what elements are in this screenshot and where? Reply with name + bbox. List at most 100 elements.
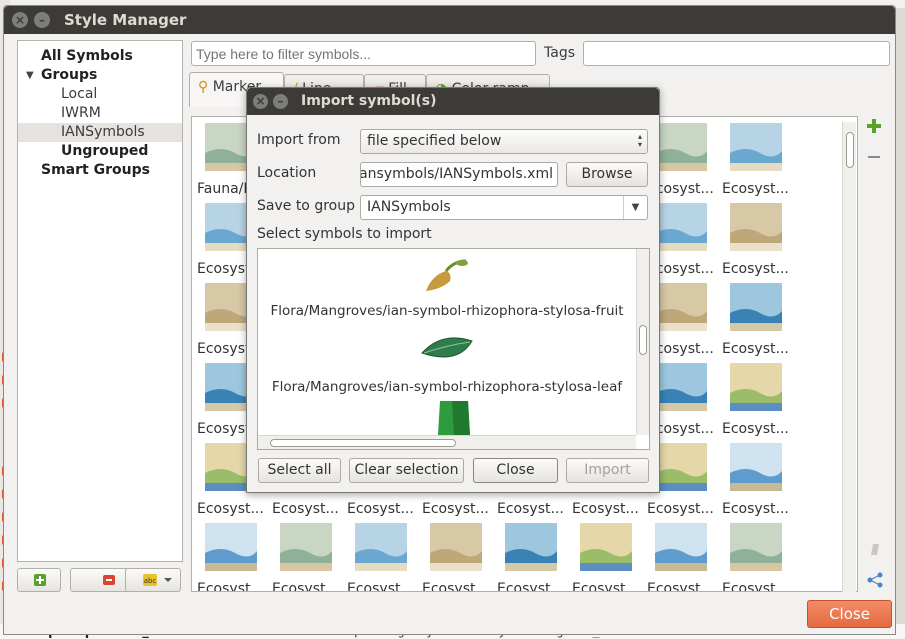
groups-tree: All Symbols ▼ Groups Local IWRM IANSymbol…	[17, 40, 183, 562]
symbol-thumbnail-icon	[655, 523, 707, 571]
location-value: iansymbols/IANSymbols.xml	[360, 166, 553, 182]
symbol-cell[interactable]: Ecosyst...	[722, 443, 792, 523]
dialog-close-icon[interactable]: ×	[253, 94, 268, 109]
tags-input[interactable]	[583, 41, 890, 66]
import-from-label: Import from	[257, 132, 341, 148]
window-minimize-icon[interactable]: –	[34, 12, 50, 28]
symbol-thumbnail-icon	[505, 523, 557, 571]
select-all-button[interactable]: Select all	[258, 458, 341, 483]
symbol-thumbnail-icon	[430, 523, 482, 571]
list-item[interactable]: Flora/Mangroves/ian-symbol-rhizophora-st…	[258, 333, 636, 403]
symbol-thumbnail-icon	[580, 523, 632, 571]
symbol-cell[interactable]: Ecosyst...	[722, 123, 792, 203]
rhizophora-fruit-icon	[426, 259, 468, 291]
location-label: Location	[257, 165, 317, 181]
scrollbar-thumb[interactable]	[846, 132, 854, 168]
list-horizontal-scrollbar[interactable]	[258, 435, 636, 449]
symbol-cell[interactable]: Ecosyst...	[722, 363, 792, 443]
symbol-thumbnail-icon	[730, 123, 782, 171]
marker-icon: ⚲	[198, 79, 209, 95]
tree-item-iansymbols[interactable]: IANSymbols	[18, 123, 182, 142]
symbol-label: Ecosyst...	[722, 181, 789, 197]
tag-edit-icon: abc	[143, 574, 172, 586]
symbol-name: Flora/Mangroves/ian-symbol-rhizophora-st…	[270, 303, 624, 319]
dialog-minimize-icon[interactable]: –	[273, 94, 288, 109]
mangrove-trunk-icon	[438, 401, 470, 435]
symbol-thumbnail-icon	[655, 363, 707, 411]
list-vertical-scrollbar[interactable]	[636, 249, 649, 435]
list-item[interactable]	[258, 401, 636, 435]
symbol-cell[interactable]: Ecosyst...	[347, 523, 417, 591]
tree-item-groups[interactable]: ▼ Groups	[26, 66, 98, 85]
symbol-label: Ecosyst...	[722, 261, 789, 277]
symbol-thumbnail-icon	[655, 443, 707, 491]
tree-item-all-symbols[interactable]: All Symbols	[41, 47, 133, 66]
symbol-thumbnail-icon	[730, 363, 782, 411]
symbol-cell[interactable]: Ecosyst...	[572, 523, 642, 591]
tree-item-iwrm[interactable]: IWRM	[61, 104, 101, 123]
tree-item-ungrouped[interactable]: Ungrouped	[61, 142, 148, 161]
svg-text:abc: abc	[144, 577, 157, 585]
browse-button[interactable]: Browse	[566, 162, 648, 187]
symbol-thumbnail-icon	[655, 203, 707, 251]
import-button[interactable]: Import	[566, 458, 649, 483]
list-item[interactable]: Flora/Mangroves/ian-symbol-rhizophora-st…	[258, 257, 636, 327]
symbol-cell[interactable]: Ecosyst...	[722, 283, 792, 363]
symbol-thumbnail-icon	[280, 523, 332, 571]
spinner-arrows-icon: ▴ ▾	[637, 132, 642, 149]
save-to-group-select[interactable]: IANSymbols ▼	[360, 195, 648, 220]
symbol-label: Ecosyst...	[722, 341, 789, 357]
symbol-cell[interactable]: Ecosyst...	[722, 203, 792, 283]
symbol-thumbnail-icon	[655, 123, 707, 171]
group-actions-dropdown[interactable]: abc	[125, 568, 181, 592]
symbol-cell[interactable]: Ecosyst...	[272, 523, 342, 591]
location-input[interactable]: iansymbols/IANSymbols.xml	[360, 162, 558, 187]
import-from-value: file specified below	[367, 133, 502, 149]
add-group-button[interactable]	[17, 568, 61, 592]
dialog-close-button[interactable]: Close	[473, 458, 558, 483]
dialog-title: Import symbol(s)	[301, 93, 437, 109]
symbol-cell[interactable]: Ecosyst...	[647, 523, 717, 591]
symbol-label: Ecosyst...	[722, 581, 789, 592]
select-symbols-label: Select symbols to import	[257, 226, 432, 242]
symbol-thumbnail-icon	[730, 523, 782, 571]
tree-item-local[interactable]: Local	[61, 85, 97, 104]
symbol-thumbnail-icon	[730, 443, 782, 491]
symbol-thumbnail-icon	[655, 283, 707, 331]
plus-icon	[34, 574, 46, 586]
dialog-titlebar: × – Import symbol(s)	[247, 88, 659, 115]
import-from-select[interactable]: file specified below ▴ ▾	[360, 129, 648, 154]
close-button[interactable]: Close	[807, 600, 892, 628]
symbol-thumbnail-icon	[205, 523, 257, 571]
window-close-icon[interactable]: ×	[12, 12, 28, 28]
remove-symbol-icon[interactable]	[866, 149, 882, 169]
symbols-import-list: Flora/Mangroves/ian-symbol-rhizophora-st…	[257, 248, 650, 450]
add-symbol-icon[interactable]	[866, 118, 882, 138]
symbol-cell[interactable]: Ecosyst...	[722, 523, 792, 591]
clear-selection-button[interactable]: Clear selection	[349, 458, 464, 483]
style-manager-titlebar: × – Style Manager	[4, 6, 895, 34]
collapse-arrow-icon[interactable]: ▼	[26, 66, 34, 85]
symbol-name: Flora/Mangroves/ian-symbol-rhizophora-st…	[271, 379, 623, 395]
import-symbols-dialog: × – Import symbol(s) Import from file sp…	[246, 87, 660, 493]
symbol-cell[interactable]: Ecosyst...	[497, 523, 567, 591]
symbol-thumbnail-icon	[730, 203, 782, 251]
tags-label: Tags	[544, 45, 575, 61]
chevron-down-icon[interactable]: ▼	[623, 196, 647, 219]
symbol-grid-scrollbar[interactable]	[842, 122, 856, 592]
symbol-cell[interactable]: Ecosyst...	[422, 523, 492, 591]
symbol-cell[interactable]: Ecosyst...	[197, 523, 267, 591]
tree-item-smart-groups[interactable]: Smart Groups	[41, 161, 150, 180]
rhizophora-leaf-icon	[421, 337, 473, 358]
scrollbar-thumb[interactable]	[270, 439, 456, 447]
scrollbar-thumb[interactable]	[639, 325, 647, 355]
symbol-filter-input[interactable]	[191, 41, 536, 66]
symbol-thumbnail-icon	[355, 523, 407, 571]
save-to-group-value: IANSymbols	[367, 199, 451, 215]
share-icon[interactable]	[866, 571, 884, 593]
symbol-label: Ecosyst...	[722, 421, 789, 437]
symbol-thumbnail-icon	[730, 283, 782, 331]
window-title: Style Manager	[64, 11, 187, 29]
edit-symbol-icon[interactable]	[868, 541, 882, 561]
tree-item-groups-label: Groups	[41, 67, 98, 83]
